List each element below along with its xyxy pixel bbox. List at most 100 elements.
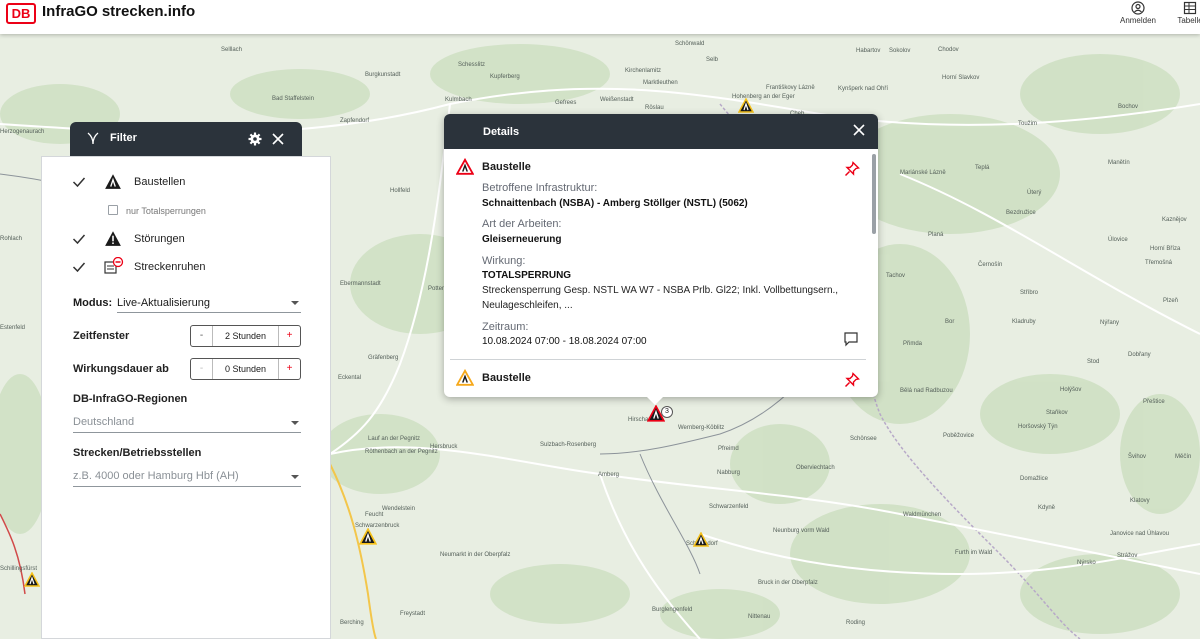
details-header: Details bbox=[444, 114, 878, 149]
map-place-label: Neumarkt in der Oberpfalz bbox=[440, 552, 511, 558]
map-place-label: Stod bbox=[1087, 359, 1100, 365]
baustelle-marker[interactable] bbox=[693, 532, 709, 547]
comment-icon[interactable] bbox=[843, 331, 859, 347]
map-place-label: Černošín bbox=[978, 262, 1003, 268]
map-place-label: Měčín bbox=[1175, 454, 1192, 460]
entry-divider bbox=[450, 359, 866, 360]
wirkungsdauer-value: 0 Stunden bbox=[224, 364, 267, 374]
zeitraum-value: 10.08.2024 07:00 - 18.08.2024 07:00 bbox=[482, 336, 647, 347]
filter-item-streckenruhen[interactable]: Streckenruhen bbox=[134, 261, 206, 273]
stoerung-icon bbox=[105, 231, 121, 246]
strecken-placeholder: z.B. 4000 oder Hamburg Hbf (AH) bbox=[73, 470, 239, 482]
map-place-label: Kaznějov bbox=[1162, 217, 1187, 223]
user-icon bbox=[1131, 1, 1145, 15]
entry-type: Baustelle bbox=[482, 161, 531, 173]
tables-label: Tabelle bbox=[1177, 16, 1200, 25]
map-place-label: Dobřany bbox=[1128, 352, 1151, 358]
map-place-label: Wernberg-Köblitz bbox=[678, 425, 725, 431]
map-place-label: Estenfeld bbox=[0, 325, 26, 331]
totalsperrungen-checkbox[interactable] bbox=[108, 205, 118, 215]
map-place-label: Staňkov bbox=[1046, 410, 1068, 416]
map-place-label: Weißenstadt bbox=[600, 97, 634, 103]
pin-icon[interactable] bbox=[844, 161, 860, 177]
baustelle-marker[interactable] bbox=[738, 98, 754, 113]
checkmark-icon[interactable] bbox=[72, 232, 86, 246]
db-logo[interactable]: DB bbox=[6, 3, 36, 24]
regionen-placeholder: Deutschland bbox=[73, 416, 135, 428]
modus-select[interactable]: Live-Aktualisierung bbox=[117, 293, 301, 313]
map-place-label: Kupferberg bbox=[490, 74, 520, 80]
map-place-label: Selllach bbox=[221, 47, 243, 53]
baustelle-marker[interactable] bbox=[359, 528, 377, 545]
login-label: Anmelden bbox=[1119, 16, 1157, 25]
baustelle-yellow-icon bbox=[456, 369, 474, 386]
map-place-label: Roding bbox=[846, 620, 866, 626]
map-place-label: Švihov bbox=[1128, 454, 1147, 460]
filter-item-stoerungen[interactable]: Störungen bbox=[134, 233, 185, 245]
zeitfenster-label: Zeitfenster bbox=[73, 330, 130, 342]
map-place-label: Bochov bbox=[1118, 104, 1139, 110]
map-place-label: Schesslitz bbox=[458, 62, 486, 68]
strecken-search-select[interactable]: z.B. 4000 oder Hamburg Hbf (AH) bbox=[73, 467, 301, 487]
pin-icon[interactable] bbox=[844, 372, 860, 388]
filter-panel: Baustellen nur Totalsperrungen Störungen… bbox=[41, 156, 331, 639]
map-place-label: Chodov bbox=[938, 47, 959, 53]
checkmark-icon[interactable] bbox=[72, 260, 86, 274]
map-place-label: Neunburg vorm Wald bbox=[773, 528, 830, 534]
filter-icon bbox=[87, 132, 99, 145]
infra-value: Schnaittenbach (NSBA) - Amberg Stöllger … bbox=[482, 198, 748, 209]
map-place-label: Horní Slavkov bbox=[942, 75, 980, 81]
streckenruhe-icon bbox=[104, 257, 124, 274]
checkmark-icon[interactable] bbox=[72, 175, 86, 189]
zeitfenster-stepper: - 2 Stunden + bbox=[190, 325, 301, 347]
totalsperrungen-label[interactable]: nur Totalsperrungen bbox=[126, 206, 206, 216]
strecken-label: Strecken/Betriebsstellen bbox=[73, 447, 202, 459]
brand-sub: strecken.info bbox=[101, 3, 196, 20]
map-place-label: Strážov bbox=[1117, 553, 1138, 559]
map-place-label: Planá bbox=[928, 232, 944, 238]
map-place-label: Waldmünchen bbox=[903, 512, 942, 518]
map-place-label: Freystadt bbox=[400, 611, 426, 617]
map-place-label: Bor bbox=[945, 319, 955, 325]
regionen-select[interactable]: Deutschland bbox=[73, 413, 301, 433]
details-pointer bbox=[646, 396, 664, 405]
map-place-label: Kirchenlamitz bbox=[625, 68, 662, 74]
details-scrollbar[interactable] bbox=[872, 154, 876, 234]
map-place-label: Tachov bbox=[886, 273, 906, 279]
wirkungsdauer-minus-button[interactable]: - bbox=[191, 359, 213, 379]
map-place-label: Přimda bbox=[903, 341, 923, 347]
infra-label: Betroffene Infrastruktur: bbox=[482, 182, 598, 194]
map-place-label: Oberviechtach bbox=[796, 465, 835, 471]
table-icon bbox=[1183, 1, 1197, 15]
filter-item-baustellen[interactable]: Baustellen bbox=[134, 176, 185, 188]
details-panel: Details Baustelle Betroffene Infrastrukt… bbox=[444, 114, 878, 397]
zeitfenster-minus-button[interactable]: - bbox=[191, 326, 213, 346]
map-place-label: Schönwald bbox=[675, 41, 705, 47]
close-icon[interactable] bbox=[272, 133, 284, 145]
brand-title[interactable]: InfraGO strecken.info bbox=[42, 3, 195, 20]
map-place-label: Toužim bbox=[1018, 121, 1038, 127]
login-button[interactable]: Anmelden bbox=[1116, 0, 1160, 34]
map-place-label: Horšovský Týn bbox=[1018, 424, 1058, 430]
baustelle-marker[interactable] bbox=[24, 572, 40, 587]
map-place-label: Röthenbach an der Pegnitz bbox=[365, 449, 438, 455]
map-place-label: Nabburg bbox=[717, 470, 741, 476]
gear-icon[interactable] bbox=[248, 132, 262, 146]
close-icon[interactable] bbox=[853, 124, 865, 136]
filter-title: Filter bbox=[110, 132, 137, 144]
tables-button[interactable]: Tabelle bbox=[1168, 0, 1200, 34]
wirkung-text: Streckensperrung Gesp. NSTL WA W7 - NSBA… bbox=[482, 285, 839, 311]
zeitfenster-plus-button[interactable]: + bbox=[278, 326, 300, 346]
map-place-label: Hollfeld bbox=[390, 188, 411, 194]
map-place-label: Röslau bbox=[645, 105, 664, 111]
map-place-label: Sokolov bbox=[889, 48, 911, 54]
map-place-label: Horní Bříza bbox=[1150, 246, 1181, 252]
wirkungsdauer-stepper: - 0 Stunden + bbox=[190, 358, 301, 380]
cluster-count-badge[interactable]: 3 bbox=[661, 406, 673, 418]
baustelle-red-icon bbox=[456, 158, 474, 175]
map-place-label: Sulzbach-Rosenberg bbox=[540, 442, 597, 448]
zeitfenster-value: 2 Stunden bbox=[224, 331, 267, 341]
map-place-label: Bělá nad Radbuzou bbox=[900, 388, 953, 394]
wirkungsdauer-plus-button[interactable]: + bbox=[278, 359, 300, 379]
map-place-label: Bezdružice bbox=[1006, 210, 1036, 216]
